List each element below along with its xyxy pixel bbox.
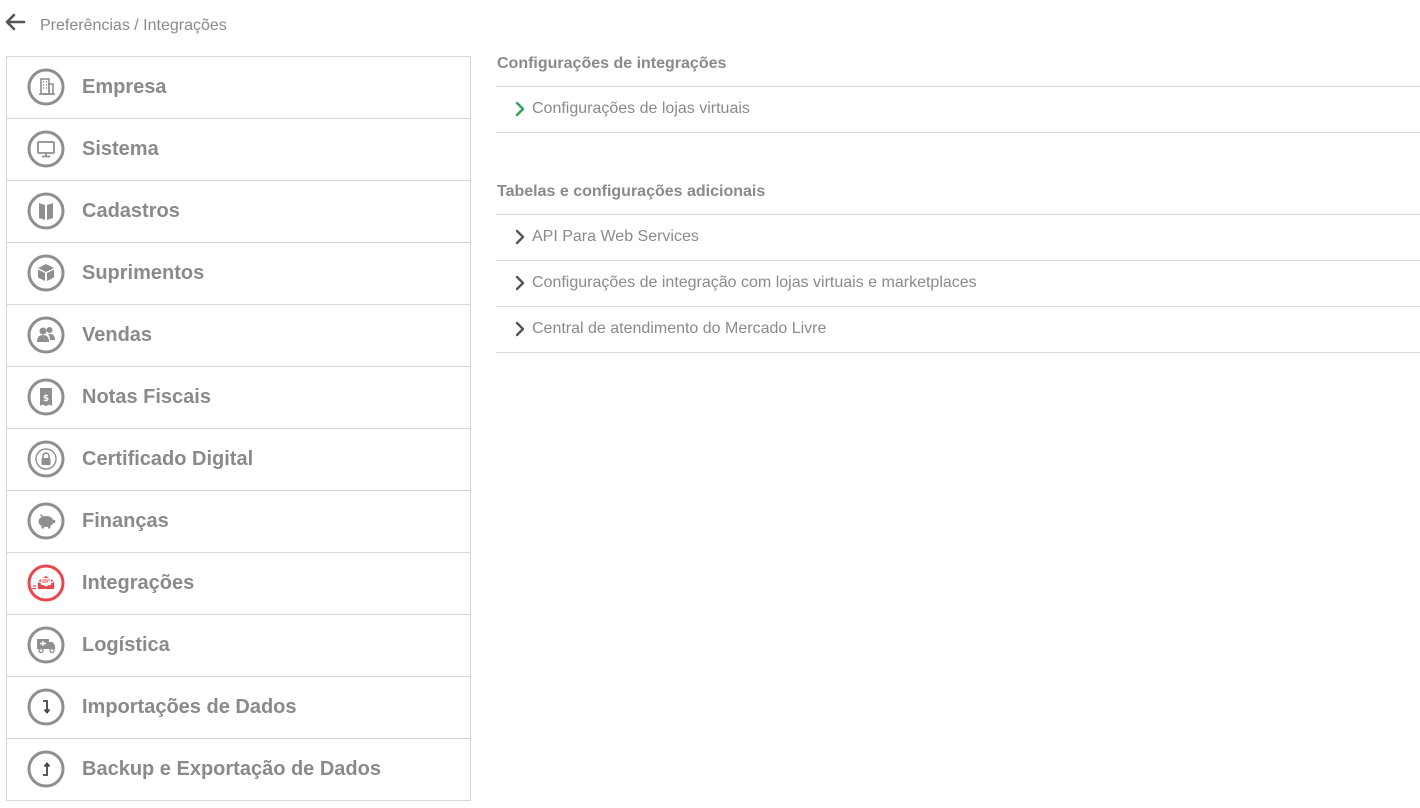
sidebar-item-label: Vendas xyxy=(82,324,153,346)
sidebar-item-backup-exportacao[interactable]: Backup e Exportação de Dados xyxy=(7,739,470,801)
sidebar-item-label: Sistema xyxy=(82,138,159,160)
section-title-tabelas: Tabelas e configurações adicionais xyxy=(496,180,1420,215)
sidebar-item-notas-fiscais[interactable]: $ Notas Fiscais xyxy=(7,367,470,429)
building-icon xyxy=(27,68,65,106)
lock-icon xyxy=(27,440,65,478)
sidebar-item-importacoes-de-dados[interactable]: Importações de Dados xyxy=(7,677,470,739)
svg-text:$: $ xyxy=(43,394,49,404)
breadcrumb-text: Preferências / Integrações xyxy=(40,17,227,34)
sidebar-item-empresa[interactable]: Empresa xyxy=(7,57,470,119)
link-label: Configurações de integração com lojas vi… xyxy=(532,274,977,291)
sidebar-item-label: Finanças xyxy=(82,510,169,532)
box-icon xyxy=(27,254,65,292)
sidebar-item-vendas[interactable]: Vendas xyxy=(7,305,470,367)
link-api-web-services[interactable]: API Para Web Services xyxy=(496,215,1420,261)
back-arrow-icon[interactable] xyxy=(4,12,26,32)
sidebar-item-label: Importações de Dados xyxy=(82,696,297,718)
chevron-right-icon xyxy=(515,229,525,245)
export-icon xyxy=(27,750,65,788)
sidebar-item-financas[interactable]: Finanças xyxy=(7,491,470,553)
link-label: Configurações de lojas virtuais xyxy=(532,100,750,117)
sidebar-item-label: Notas Fiscais xyxy=(82,386,211,408)
sidebar-item-label: Cadastros xyxy=(82,200,180,222)
users-icon xyxy=(27,316,65,354)
receipt-icon: $ xyxy=(27,378,65,416)
link-integracao-marketplaces[interactable]: Configurações de integração com lojas vi… xyxy=(496,261,1420,307)
link-label: Central de atendimento do Mercado Livre xyxy=(532,320,827,337)
chevron-right-icon xyxy=(515,275,525,291)
sidebar-item-certificado-digital[interactable]: Certificado Digital xyxy=(7,429,470,491)
sidebar-item-label: Suprimentos xyxy=(82,262,205,284)
section-title-integracoes: Configurações de integrações xyxy=(496,52,1420,87)
piggy-bank-icon xyxy=(27,502,65,540)
preferences-sidebar: Empresa Sistema Cadastros Suprimentos Ve… xyxy=(6,56,471,801)
monitor-icon xyxy=(27,130,65,168)
link-label: API Para Web Services xyxy=(532,228,699,245)
sidebar-item-logistica[interactable]: Logística xyxy=(7,615,470,677)
breadcrumb: Preferências / Integrações xyxy=(0,0,600,52)
sidebar-item-cadastros[interactable]: Cadastros xyxy=(7,181,470,243)
import-icon xyxy=(27,688,65,726)
sidebar-item-label: Backup e Exportação de Dados xyxy=(82,758,381,780)
sidebar-item-label: Integrações xyxy=(82,572,195,594)
sidebar-item-label: Certificado Digital xyxy=(82,448,254,470)
integrations-content: Configurações de integrações Configuraçõ… xyxy=(496,52,1420,353)
link-configuracoes-lojas-virtuais[interactable]: Configurações de lojas virtuais xyxy=(496,87,1420,133)
sidebar-item-label: Logística xyxy=(82,634,170,656)
sidebar-item-integracoes[interactable]: Integrações xyxy=(7,553,470,615)
sidebar-item-label: Empresa xyxy=(82,76,167,98)
book-icon xyxy=(27,192,65,230)
truck-icon xyxy=(27,626,65,664)
sidebar-item-suprimentos[interactable]: Suprimentos xyxy=(7,243,470,305)
envelope-icon xyxy=(27,564,65,602)
chevron-right-icon xyxy=(515,101,525,117)
link-central-mercado-livre[interactable]: Central de atendimento do Mercado Livre xyxy=(496,307,1420,353)
sidebar-item-sistema[interactable]: Sistema xyxy=(7,119,470,181)
chevron-right-icon xyxy=(515,321,525,337)
